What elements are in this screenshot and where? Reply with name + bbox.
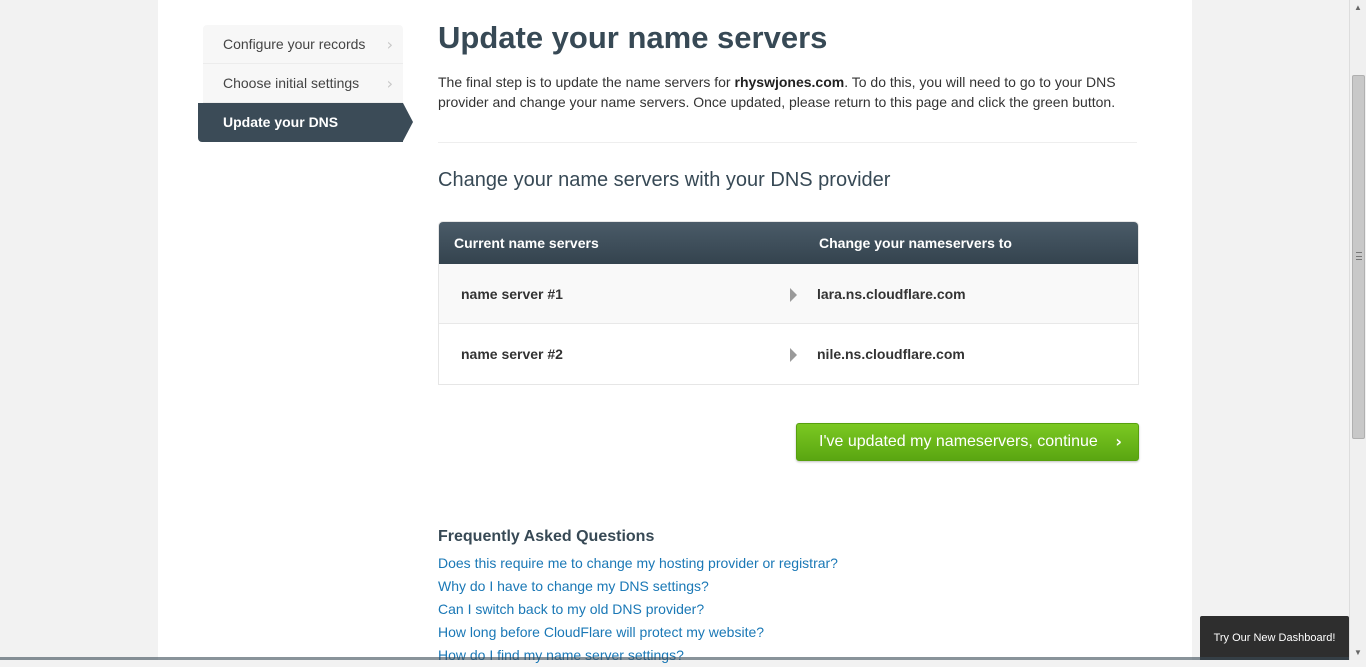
divider (438, 142, 1137, 143)
scroll-down-icon[interactable]: ▼ (1354, 648, 1362, 657)
table-row: name server #2 nile.ns.cloudflare.com (439, 324, 1138, 384)
domain-name: rhyswjones.com (734, 74, 845, 90)
scroll-up-icon[interactable]: ▲ (1354, 3, 1362, 12)
main-section: Update your name servers The final step … (438, 20, 1139, 663)
step-label: Configure your records (223, 36, 366, 52)
chevron-right-icon: › (386, 74, 393, 93)
faq-link[interactable]: How long before CloudFlare will protect … (438, 621, 838, 644)
table-header: Current name servers Change your nameser… (439, 222, 1138, 264)
intro-pre: The final step is to update the name ser… (438, 74, 735, 90)
faq-section: Frequently Asked Questions Does this req… (438, 528, 838, 667)
faq-link[interactable]: Does this require me to change my hostin… (438, 552, 838, 575)
header-current: Current name servers (454, 235, 599, 251)
header-new: Change your nameservers to (819, 235, 1012, 251)
step-label: Update your DNS (223, 114, 339, 130)
grip-icon (1356, 252, 1362, 260)
step-update-dns[interactable]: Update your DNS (198, 103, 413, 142)
faq-link[interactable]: How do I find my name server settings? (438, 644, 838, 667)
arrow-right-icon (790, 288, 797, 302)
page-content: Configure your records › Choose initial … (158, 0, 1192, 663)
page-title: Update your name servers (438, 20, 828, 55)
step-configure-records[interactable]: Configure your records › (203, 25, 403, 64)
scrollbar-thumb[interactable] (1352, 75, 1365, 439)
nameserver-table: Current name servers Change your nameser… (438, 221, 1139, 385)
faq-link[interactable]: Why do I have to change my DNS settings? (438, 575, 838, 598)
chevron-right-icon: › (386, 35, 393, 54)
continue-label: I've updated my nameservers, continue (819, 433, 1098, 450)
step-initial-settings[interactable]: Choose initial settings › (203, 64, 403, 103)
table-row: name server #1 lara.ns.cloudflare.com (439, 264, 1138, 324)
steps-sidebar: Configure your records › Choose initial … (198, 25, 413, 142)
faq-title: Frequently Asked Questions (438, 528, 655, 545)
arrow-right-icon (790, 348, 797, 362)
intro-text: The final step is to update the name ser… (438, 72, 1139, 112)
current-nameserver: name server #1 (461, 286, 563, 302)
new-nameserver: nile.ns.cloudflare.com (817, 346, 965, 362)
current-nameserver: name server #2 (461, 346, 563, 362)
new-nameserver: lara.ns.cloudflare.com (817, 286, 966, 302)
step-label: Choose initial settings (223, 75, 360, 91)
vertical-scrollbar[interactable]: ▲ ▼ (1349, 0, 1366, 660)
chevron-right-icon: › (1115, 432, 1122, 451)
faq-link[interactable]: Can I switch back to my old DNS provider… (438, 598, 838, 621)
try-dashboard-button[interactable]: Try Our New Dashboard! (1200, 616, 1349, 660)
continue-button[interactable]: I've updated my nameservers, continue › (796, 423, 1139, 461)
section-subtitle: Change your name servers with your DNS p… (438, 169, 891, 191)
